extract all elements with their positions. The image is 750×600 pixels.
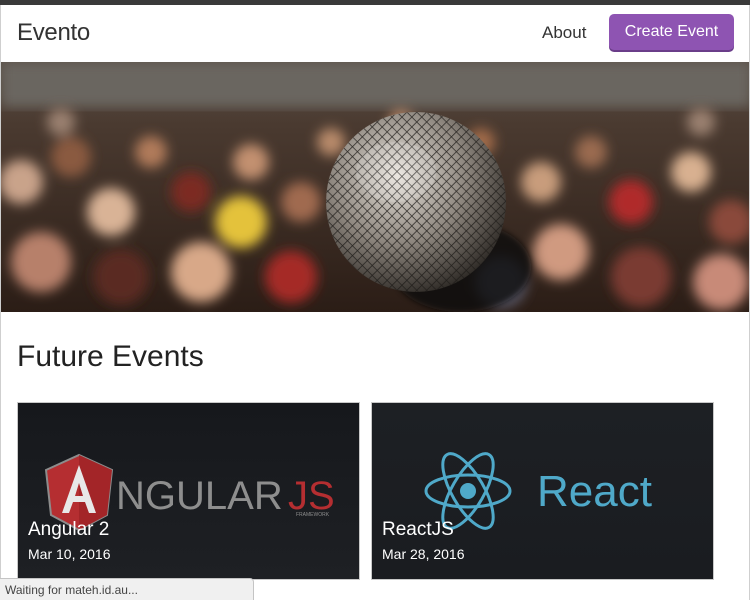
angular-logo-text: NGULAR <box>116 474 283 518</box>
create-event-button[interactable]: Create Event <box>609 14 734 50</box>
navbar: Evento About Create Event <box>0 5 750 62</box>
main-content: Future Events NGULAR JS FRAMEWORK Angula… <box>0 312 750 600</box>
event-date: Mar 10, 2016 <box>28 546 111 562</box>
nav-about-link[interactable]: About <box>542 23 586 43</box>
event-card[interactable]: React ReactJS Mar 28, 2016 <box>371 402 714 580</box>
hero-image <box>1 62 749 312</box>
event-date: Mar 28, 2016 <box>382 546 465 562</box>
brand-logo[interactable]: Evento <box>17 19 90 47</box>
browser-status-bar: Waiting for mateh.id.au... <box>0 578 254 600</box>
event-title: ReactJS <box>382 519 454 540</box>
hero-banner <box>0 62 750 312</box>
event-title: Angular 2 <box>28 519 110 540</box>
angular-logo-sub: FRAMEWORK <box>296 512 330 518</box>
section-title: Future Events <box>17 340 204 373</box>
react-logo-text: React <box>537 467 652 516</box>
event-card[interactable]: NGULAR JS FRAMEWORK Angular 2 Mar 10, 20… <box>17 402 360 580</box>
